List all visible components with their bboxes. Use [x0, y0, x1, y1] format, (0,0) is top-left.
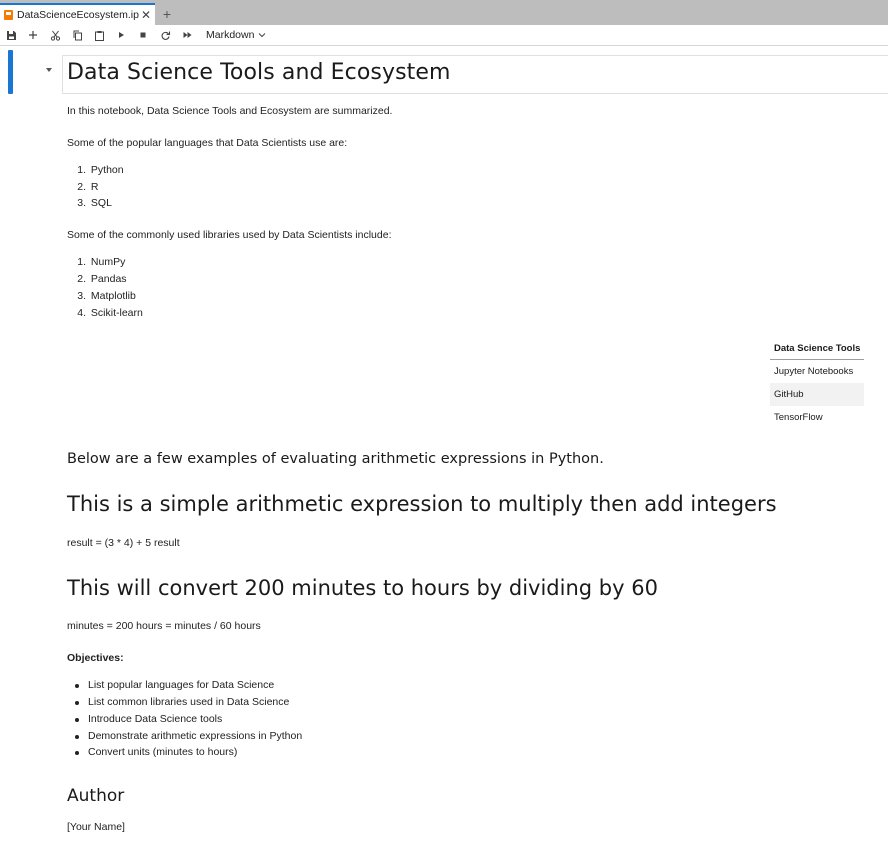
active-cell-indicator[interactable] [8, 50, 13, 94]
bullet-icon [75, 701, 79, 705]
bullet-icon [75, 735, 79, 739]
intro-text: In this notebook, Data Science Tools and… [67, 105, 393, 117]
objectives-label: Objectives: [67, 652, 124, 664]
list-item: 2. R [77, 181, 99, 193]
list-item: 2. Pandas [77, 273, 127, 285]
new-tab-button[interactable]: + [157, 6, 177, 24]
chevron-down-icon [259, 33, 266, 38]
table-header: Data Science Tools [770, 340, 864, 360]
list-item: List common libraries used in Data Scien… [88, 696, 290, 708]
tab-bar: DataScienceEcosystem.ipynb ✕ + [0, 0, 888, 25]
fast-forward-icon[interactable] [176, 25, 198, 45]
list-item: 4. Scikit-learn [77, 307, 143, 319]
multiply-heading: This is a simple arithmetic expression t… [67, 492, 777, 516]
bullet-icon [75, 751, 79, 755]
save-icon[interactable] [0, 25, 22, 45]
copy-icon[interactable] [66, 25, 88, 45]
languages-intro: Some of the popular languages that Data … [67, 137, 348, 149]
collapse-icon[interactable] [46, 68, 52, 72]
list-item: 3. SQL [77, 197, 112, 209]
notebook-title: Data Science Tools and Ecosystem [67, 60, 451, 85]
cell-type-select[interactable]: Markdown [206, 29, 266, 41]
cut-icon[interactable] [44, 25, 66, 45]
table-row: TensorFlow [774, 412, 823, 423]
list-item: 1. NumPy [77, 256, 126, 268]
list-item: Convert units (minutes to hours) [88, 746, 238, 758]
author-name: [Your Name] [67, 821, 125, 833]
table-row: GitHub [770, 383, 864, 406]
list-item: List popular languages for Data Science [88, 679, 275, 691]
tools-table: Data Science Tools Jupyter Notebooks Git… [770, 340, 864, 429]
bullet-icon [75, 718, 79, 722]
multiply-code: result = (3 * 4) + 5 result [67, 537, 180, 549]
bullet-icon [75, 684, 79, 688]
list-item: Demonstrate arithmetic expressions in Py… [88, 730, 303, 742]
list-item: 3. Matplotlib [77, 290, 136, 302]
paste-icon[interactable] [88, 25, 110, 45]
restart-icon[interactable] [154, 25, 176, 45]
run-icon[interactable] [110, 25, 132, 45]
tab-label: DataScienceEcosystem.ipynb [17, 9, 139, 21]
list-item: 1. Python [77, 164, 124, 176]
notebook-icon [4, 10, 13, 20]
convert-code: minutes = 200 hours = minutes / 60 hours [67, 620, 261, 632]
cell-type-value: Markdown [206, 29, 255, 41]
notebook-toolbar: Markdown [0, 25, 888, 46]
stop-icon[interactable] [132, 25, 154, 45]
table-row: Jupyter Notebooks [774, 366, 854, 377]
close-icon[interactable]: ✕ [139, 9, 153, 21]
add-cell-icon[interactable] [22, 25, 44, 45]
list-item: Introduce Data Science tools [88, 713, 223, 725]
notebook-tab[interactable]: DataScienceEcosystem.ipynb ✕ [0, 3, 155, 25]
libraries-intro: Some of the commonly used libraries used… [67, 229, 392, 241]
author-heading: Author [67, 786, 125, 806]
arith-intro: Below are a few examples of evaluating a… [67, 451, 604, 467]
convert-heading: This will convert 200 minutes to hours b… [67, 576, 658, 600]
